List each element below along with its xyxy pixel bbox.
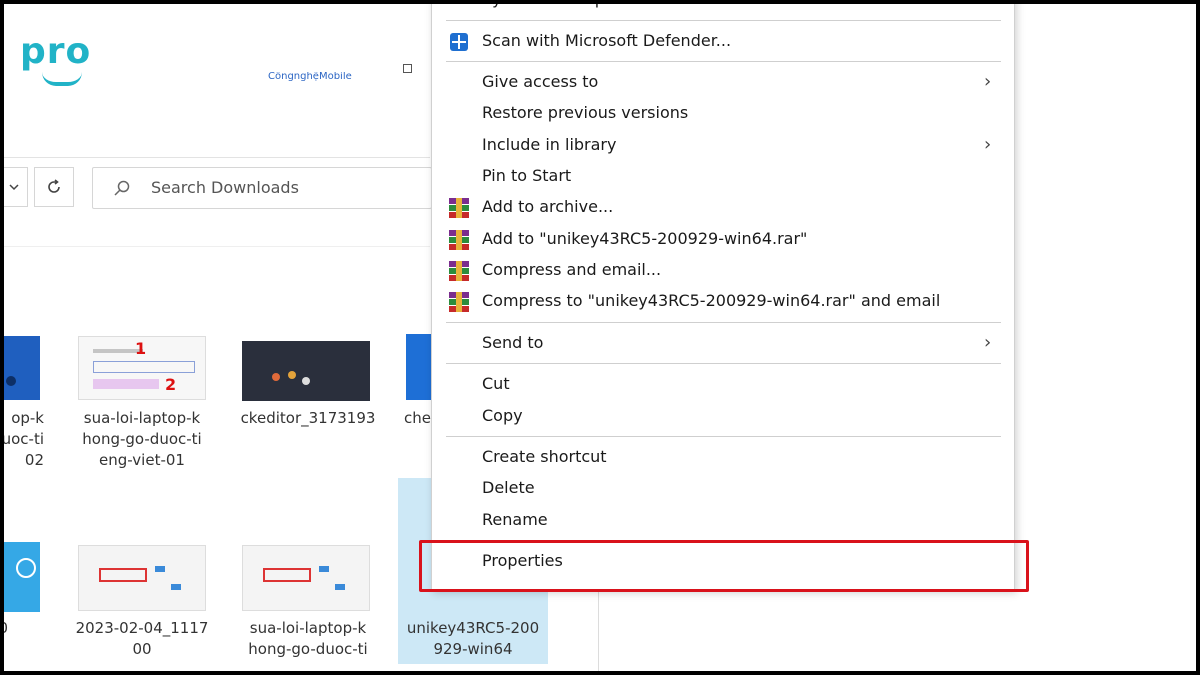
menu-label: Give access to bbox=[482, 72, 599, 91]
menu-label: Sync or backup this folder bbox=[482, 0, 691, 8]
file-thumb-row1-3[interactable] bbox=[242, 341, 370, 401]
winrar-icon bbox=[449, 198, 469, 218]
submenu-arrow-icon: › bbox=[984, 71, 992, 92]
refresh-icon bbox=[48, 179, 60, 193]
defender-shield-icon bbox=[449, 32, 469, 52]
menu-label: Pin to Start bbox=[482, 166, 572, 185]
search-icon bbox=[114, 180, 130, 196]
file-thumb-row1-2[interactable]: 1 2 bbox=[78, 336, 206, 400]
menu-item-sync-backup[interactable]: Sync or backup this folder bbox=[432, 0, 1016, 15]
menu-label: Compress to "unikey43RC5-200929-win64.ra… bbox=[482, 291, 941, 310]
menu-label: Send to bbox=[482, 333, 544, 352]
menu-label: Copy bbox=[482, 406, 523, 425]
menu-item-copy[interactable]: Copy bbox=[432, 402, 1016, 432]
menu-item-include-library[interactable]: Include in library › bbox=[432, 131, 1016, 161]
menu-label: Scan with Microsoft Defender... bbox=[482, 31, 732, 50]
refresh-button[interactable] bbox=[34, 167, 74, 207]
file-name-row1-1[interactable]: op-k duoc-ti 02 bbox=[0, 408, 44, 471]
menu-label: Delete bbox=[482, 478, 535, 497]
menu-item-give-access[interactable]: Give access to › bbox=[432, 68, 1016, 98]
search-input[interactable]: Search Downloads bbox=[92, 167, 432, 209]
context-menu: Sync or backup this folder Scan with Mic… bbox=[431, 0, 1015, 590]
step-badge-1: 1 bbox=[135, 339, 147, 358]
winrar-icon bbox=[449, 261, 469, 281]
menu-label: Compress and email... bbox=[482, 260, 662, 279]
menu-item-defender[interactable]: Scan with Microsoft Defender... bbox=[432, 27, 1016, 57]
file-name-row2-1[interactable]: 0 bbox=[0, 618, 8, 639]
search-placeholder: Search Downloads bbox=[151, 178, 299, 197]
logo-smile bbox=[42, 72, 82, 86]
menu-item-add-archive[interactable]: Add to archive... bbox=[432, 193, 1016, 223]
submenu-arrow-icon: › bbox=[984, 134, 992, 155]
file-thumb-row2-2[interactable] bbox=[78, 545, 206, 611]
file-thumb-row1-4[interactable] bbox=[406, 334, 432, 400]
maximize-icon[interactable] bbox=[403, 64, 412, 73]
file-thumb-row2-3[interactable] bbox=[242, 545, 370, 611]
file-name-row1-4[interactable]: che bbox=[404, 408, 434, 429]
history-dropdown-button[interactable] bbox=[0, 167, 28, 207]
submenu-arrow-icon: › bbox=[984, 332, 992, 353]
menu-separator bbox=[446, 61, 1001, 62]
menu-item-create-shortcut[interactable]: Create shortcut bbox=[432, 443, 1016, 473]
menu-item-delete[interactable]: Delete bbox=[432, 474, 1016, 504]
toolbar-divider bbox=[0, 157, 430, 158]
menu-item-compress-email[interactable]: Compress and email... bbox=[432, 256, 1016, 286]
file-name-row2-2[interactable]: 2023-02-04_1117 00 bbox=[67, 618, 217, 660]
file-name-row1-2[interactable]: sua-loi-laptop-k hong-go-duoc-ti eng-vie… bbox=[67, 408, 217, 471]
menu-separator bbox=[446, 436, 1001, 437]
winrar-icon bbox=[449, 292, 469, 312]
menu-label: Restore previous versions bbox=[482, 103, 689, 122]
menu-item-add-to-rar[interactable]: Add to "unikey43RC5-200929-win64.rar" bbox=[432, 225, 1016, 255]
file-thumb-row2-1[interactable] bbox=[0, 542, 40, 612]
properties-highlight-box bbox=[419, 540, 1029, 592]
header-divider bbox=[0, 246, 430, 247]
chevron-down-icon bbox=[9, 184, 19, 191]
menu-label: Rename bbox=[482, 510, 548, 529]
menu-label: Add to archive... bbox=[482, 197, 614, 216]
menu-separator bbox=[446, 322, 1001, 323]
menu-separator bbox=[446, 363, 1001, 364]
step-badge-2: 2 bbox=[165, 375, 177, 394]
menu-item-cut[interactable]: Cut bbox=[432, 370, 1016, 400]
banner-text: CôngnghệMobile bbox=[268, 72, 352, 82]
brand-logo: pro bbox=[20, 31, 108, 86]
menu-item-rename[interactable]: Rename bbox=[432, 506, 1016, 536]
menu-item-send-to[interactable]: Send to › bbox=[432, 329, 1016, 359]
menu-item-restore-versions[interactable]: Restore previous versions bbox=[432, 99, 1016, 129]
menu-label: Create shortcut bbox=[482, 447, 607, 466]
menu-item-compress-to-rar-email[interactable]: Compress to "unikey43RC5-200929-win64.ra… bbox=[432, 287, 1016, 317]
file-name-row2-3[interactable]: sua-loi-laptop-k hong-go-duoc-ti eng-vie… bbox=[233, 618, 383, 662]
logo-text: pro bbox=[20, 31, 92, 72]
winrar-icon bbox=[449, 230, 469, 250]
file-thumb-row1-1[interactable] bbox=[0, 336, 40, 400]
menu-separator bbox=[446, 20, 1001, 21]
menu-label: Add to "unikey43RC5-200929-win64.rar" bbox=[482, 229, 808, 248]
menu-item-pin-start[interactable]: Pin to Start bbox=[432, 162, 1016, 192]
menu-label: Include in library bbox=[482, 135, 617, 154]
file-name-row2-4[interactable]: unikey43RC5-200 929-win64 bbox=[398, 618, 548, 660]
menu-label: Cut bbox=[482, 374, 510, 393]
file-name-row1-3[interactable]: ckeditor_3173193 bbox=[233, 408, 383, 429]
